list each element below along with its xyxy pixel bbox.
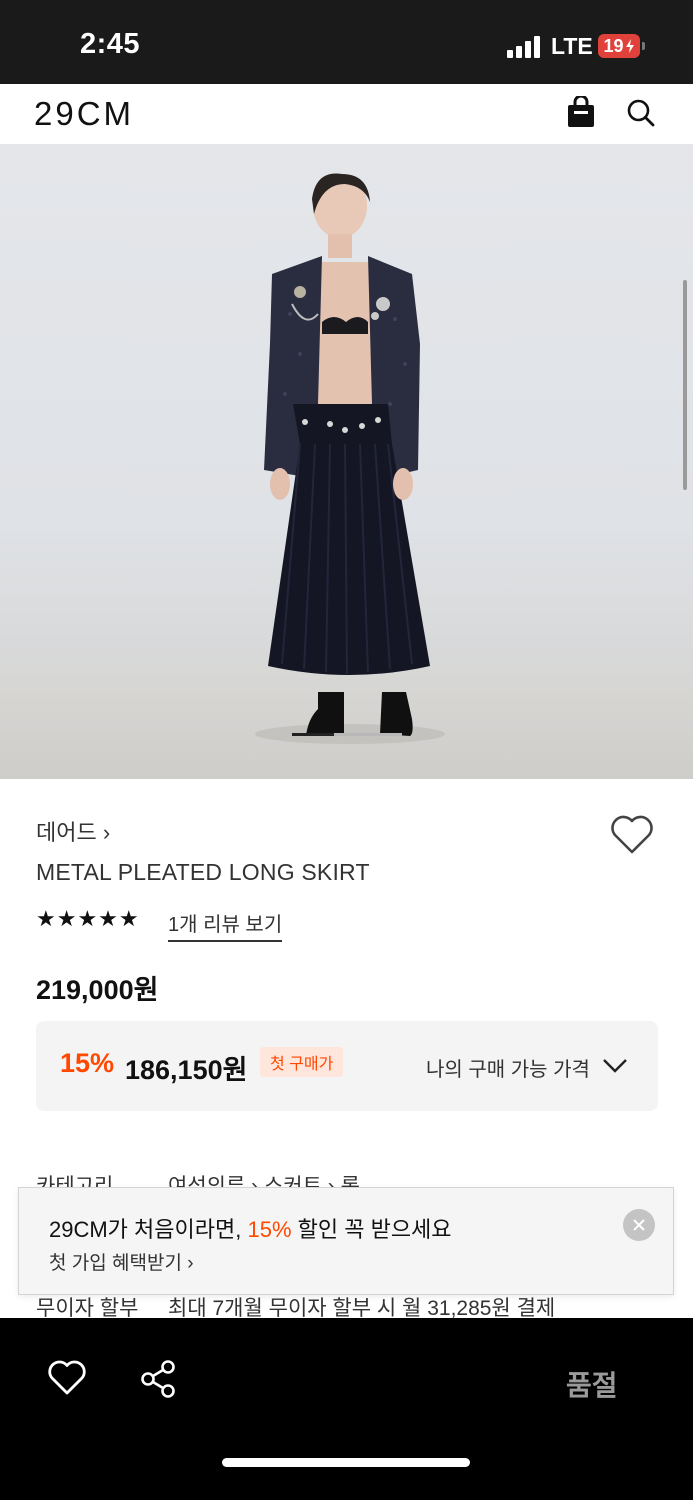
signup-banner-title: 29CM가 처음이라면, 15% 할인 꼭 받으세요 (49, 1212, 452, 1244)
product-image[interactable] (0, 144, 693, 779)
wishlist-heart-icon[interactable] (48, 1360, 86, 1396)
chevron-down-icon[interactable] (602, 1055, 628, 1075)
search-icon[interactable] (626, 98, 656, 128)
my-price-label[interactable]: 나의 구매 가능 가격 (426, 1053, 590, 1082)
battery-icon: 19 (598, 34, 640, 58)
battery-level: 19 (603, 35, 624, 56)
review-link[interactable]: 1개 리뷰 보기 (168, 908, 283, 942)
scrollbar[interactable] (683, 280, 687, 490)
bottom-action-bar: 품절 (0, 1318, 693, 1500)
star-rating: ★★★★★ (36, 906, 140, 931)
sold-out-button[interactable]: 품절 (566, 1364, 618, 1404)
status-bar: 2:45 LTE 19 (0, 0, 693, 84)
home-indicator[interactable] (222, 1458, 470, 1467)
discount-price-panel[interactable]: 15% 186,150원 첫 구매가 나의 구매 가능 가격 (36, 1021, 658, 1111)
discount-rate: 15% (60, 1048, 115, 1078)
signup-banner[interactable]: 29CM가 처음이라면, 15% 할인 꼭 받으세요 첫 가입 혜택받기 › (18, 1187, 674, 1295)
first-purchase-badge: 첫 구매가 (260, 1047, 344, 1077)
signup-title-highlight: 15% (247, 1217, 292, 1242)
status-time: 2:45 (80, 28, 141, 60)
close-icon[interactable] (623, 1209, 655, 1241)
carousel-indicator[interactable] (292, 733, 402, 736)
battery-cap (642, 42, 645, 50)
original-price: 219,000원 (36, 975, 159, 1005)
installment-value: 최대 7개월 무이자 할부 시 월 31,285원 결제 (168, 1297, 556, 1320)
shopping-bag-icon[interactable] (566, 96, 596, 128)
signal-strength-icon (507, 36, 543, 58)
product-name: METAL PLEATED LONG SKIRT (36, 859, 370, 885)
model-figure (255, 173, 445, 744)
signup-title-prefix: 29CM가 처음이라면, (49, 1217, 248, 1242)
signup-title-suffix: 할인 꼭 받으세요 (291, 1217, 452, 1242)
network-type: LTE (551, 33, 593, 59)
discount-price: 186,150원 (125, 1055, 248, 1085)
app-header: 29CM (0, 84, 693, 144)
heart-icon[interactable] (610, 815, 654, 855)
logo[interactable]: 29CM (34, 95, 134, 133)
signup-benefit-link[interactable]: 첫 가입 혜택받기 › (49, 1248, 194, 1275)
share-icon[interactable] (140, 1360, 176, 1398)
brand-link[interactable]: 데어드 › (36, 815, 110, 847)
carousel-indicator-active (292, 733, 334, 736)
